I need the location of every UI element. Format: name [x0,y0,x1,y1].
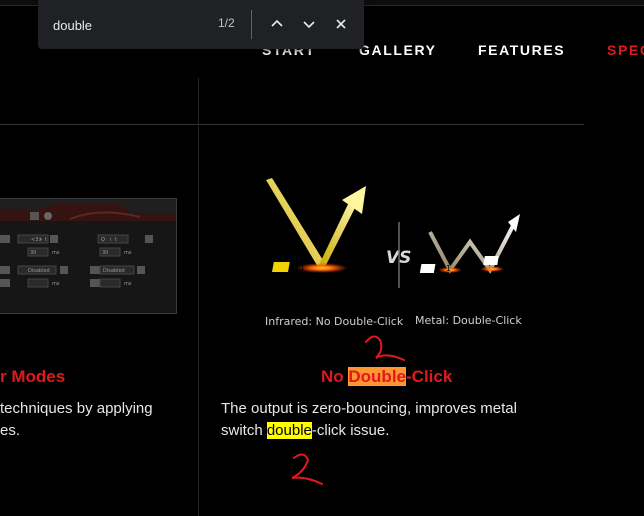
find-match-other: double [266,422,312,439]
desc-left-line-2: es. [0,422,21,439]
double-click-comparison-image: 1 VS 1 2 [266,178,520,288]
feature-description-right: The output is zero-bouncing, improves me… [221,398,561,442]
caption-infrared: Infrared: No Double-Click [265,315,404,328]
column-divider [198,126,199,516]
svg-text:i: i [40,237,41,243]
find-bar: 1/2 [38,0,364,49]
svg-text:1: 1 [446,264,451,273]
svg-text:Disabled: Disabled [28,268,50,274]
nav-features[interactable]: FEATURES [478,42,565,58]
caption-metal: Metal: Double-Click [415,314,522,327]
desc-right-line-2: switch double-click issue. [221,420,561,442]
svg-text:ms: ms [52,281,60,287]
nav-spec[interactable]: SPEC [607,42,644,58]
find-match-current: Double [348,367,406,386]
feature-title-no-double-click: No Double-Click [321,367,452,387]
svg-text:Disabled: Disabled [103,268,125,274]
settings-screenshot-drawing: <3> i t Q i t 30 ms 30 ms Disabled Disab… [0,199,176,288]
feature-description-left: techniques by applying es. [0,398,190,442]
svg-text:30: 30 [102,250,108,256]
svg-text:1: 1 [300,263,305,272]
svg-text:30: 30 [30,250,36,256]
find-close-button[interactable] [330,13,352,35]
svg-text:ms: ms [124,250,132,256]
settings-screenshot-image: <3> i t Q i t 30 ms 30 ms Disabled Disab… [0,198,177,314]
svg-text:2: 2 [507,256,512,265]
title-text-after: -Click [406,367,453,386]
find-input[interactable] [53,16,203,34]
find-bar-separator [251,10,252,39]
desc-text-after: -click issue. [311,422,390,439]
divider [198,78,199,124]
page: START GALLERY FEATURES SPEC [0,0,644,516]
comparison-graphic: 1 VS 1 2 Infrared: No Double-Click Metal… [254,170,544,340]
find-previous-button[interactable] [266,13,288,35]
svg-text:t: t [45,237,47,243]
find-next-button[interactable] [298,13,320,35]
feature-title-left: r Modes [0,367,66,386]
svg-text:i: i [110,237,111,243]
find-match-count: 1/2 [218,16,235,30]
annotation-mark-2 [291,453,323,485]
svg-text:Q: Q [101,237,105,243]
desc-text-before: switch [221,422,267,439]
svg-text:ms: ms [52,250,60,256]
svg-text:t: t [115,237,117,243]
svg-text:ms: ms [124,281,132,287]
close-icon [336,19,346,29]
desc-left-line-1: techniques by applying [0,400,153,417]
annotation-mark-1 [365,335,405,361]
desc-right-line-1: The output is zero-bouncing, improves me… [221,400,517,417]
section-divider [0,124,584,125]
chevron-down-icon [303,21,315,29]
chevron-up-icon [271,19,283,27]
nav-gallery[interactable]: GALLERY [359,42,437,58]
title-text-before: No [321,367,349,386]
